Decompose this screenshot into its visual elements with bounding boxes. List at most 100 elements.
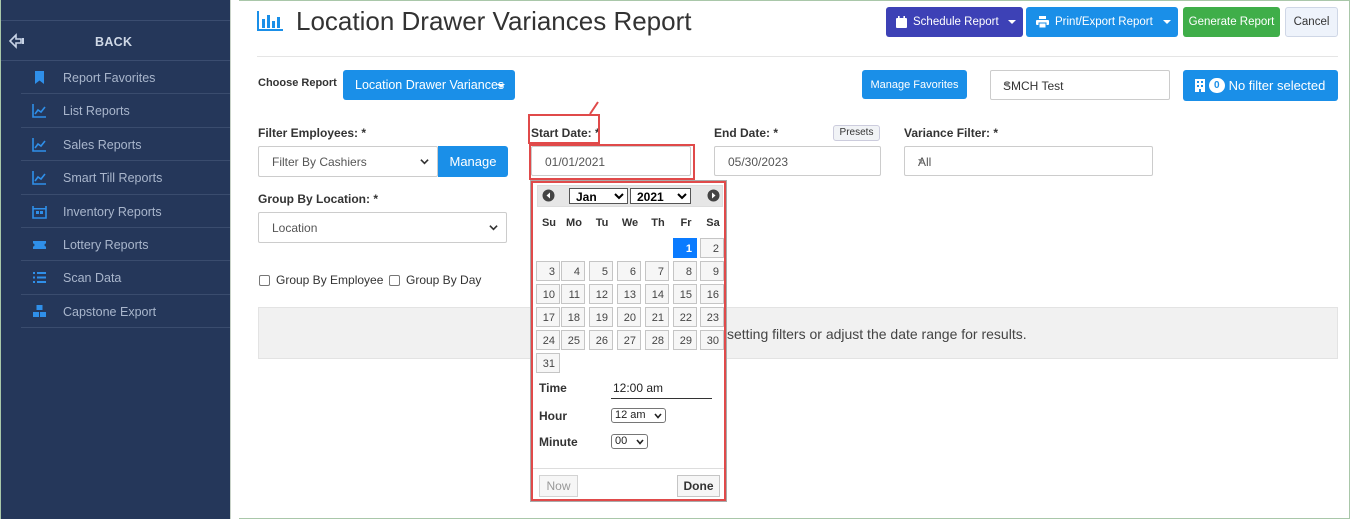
calendar-day[interactable]: 6 — [617, 261, 641, 281]
calendar-day[interactable]: 11 — [561, 284, 585, 304]
filter-selection-button[interactable]: 0 No filter selected — [1183, 70, 1338, 101]
group-day-checkbox[interactable] — [389, 275, 400, 286]
calendar-day[interactable]: 9 — [700, 261, 724, 281]
prev-month-icon[interactable] — [542, 189, 555, 202]
calendar-day[interactable]: 12 — [589, 284, 613, 304]
calendar-day[interactable]: 25 — [561, 330, 585, 350]
presets-button[interactable]: Presets — [833, 125, 880, 141]
hour-value: 12 am — [615, 409, 646, 421]
minute-select[interactable]: 00 — [611, 434, 648, 449]
report-select-value: Location Drawer Variances — [355, 78, 505, 92]
sidebar-item-scan-data[interactable]: Scan Data — [21, 261, 230, 295]
calendar-day[interactable]: 20 — [617, 307, 641, 327]
sidebar: BACK Report Favorites List Reports Sales… — [1, 0, 230, 519]
sidebar-item-label: Scan Data — [63, 271, 122, 286]
bar-chart-icon — [257, 11, 283, 31]
sidebar-item-smart-till-reports[interactable]: Smart Till Reports — [21, 161, 230, 195]
minute-label: Minute — [539, 435, 578, 449]
sidebar-divider — [230, 0, 239, 519]
end-date-input[interactable]: 05/30/2023 — [714, 146, 881, 176]
filter-count-badge: 0 — [1209, 78, 1225, 93]
calendar-day[interactable]: 28 — [645, 330, 669, 350]
manage-employees-button[interactable]: Manage — [438, 146, 508, 177]
sidebar-item-capstone-export[interactable]: Capstone Export — [21, 295, 230, 329]
minute-value: 00 — [615, 435, 628, 447]
chevron-down-icon — [1163, 20, 1171, 24]
variance-filter-label: Variance Filter: * — [904, 126, 999, 140]
end-date-label: End Date: * — [714, 126, 779, 140]
group-employee-checkbox[interactable] — [259, 275, 270, 286]
calendar-day[interactable]: 22 — [673, 307, 697, 327]
done-button[interactable]: Done — [677, 475, 720, 497]
generate-report-button[interactable]: Generate Report — [1183, 7, 1280, 37]
calendar-day[interactable]: 7 — [645, 261, 669, 281]
calendar-day[interactable]: 27 — [617, 330, 641, 350]
calendar-day[interactable]: 30 — [700, 330, 724, 350]
report-select-dropdown[interactable]: Location Drawer Variances — [343, 70, 515, 100]
calendar-day[interactable]: 15 — [673, 284, 697, 304]
group-location-label: Group By Location: * — [258, 192, 378, 206]
hour-select[interactable]: 12 am — [611, 408, 666, 423]
calendar-day[interactable]: 3 — [536, 261, 560, 281]
sidebar-top-strip — [1, 0, 230, 21]
schedule-report-button[interactable]: Schedule Report — [886, 7, 1023, 37]
sidebar-item-report-favorites[interactable]: Report Favorites — [21, 61, 230, 95]
sidebar-item-lottery-reports[interactable]: Lottery Reports — [21, 228, 230, 262]
printer-icon — [1036, 16, 1049, 28]
calendar-day[interactable]: 2 — [700, 238, 724, 258]
chevron-down-icon — [636, 439, 644, 445]
chevron-down-icon — [918, 159, 924, 163]
sidebar-item-label: Sales Reports — [63, 137, 142, 152]
calendar-day[interactable]: 13 — [617, 284, 641, 304]
sidebar-item-inventory-reports[interactable]: Inventory Reports — [21, 195, 230, 228]
weekday-label: Th — [651, 217, 665, 229]
calendar-day[interactable]: 16 — [700, 284, 724, 304]
calendar-day[interactable]: 31 — [536, 353, 560, 373]
weekday-label: Fr — [680, 217, 692, 229]
header-divider — [257, 56, 1338, 57]
sidebar-item-label: Lottery Reports — [63, 237, 149, 252]
print-export-label: Print/Export Report — [1055, 16, 1153, 28]
now-button[interactable]: Now — [539, 475, 578, 497]
page-title: Location Drawer Variances Report — [296, 6, 692, 36]
manage-favorites-button[interactable]: Manage Favorites — [862, 70, 967, 99]
calendar-day[interactable]: 29 — [673, 330, 697, 350]
group-location-select[interactable]: Location — [258, 212, 507, 243]
sidebar-item-label: Report Favorites — [63, 71, 156, 85]
calendar-day[interactable]: 23 — [700, 307, 724, 327]
variance-filter-select[interactable]: All — [904, 146, 1153, 176]
calendar-day[interactable]: 19 — [589, 307, 613, 327]
chevron-down-icon — [654, 413, 662, 419]
end-date-value: 05/30/2023 — [728, 155, 789, 169]
calendar-day[interactable]: 5 — [589, 261, 613, 281]
chevron-down-icon — [1004, 83, 1010, 87]
year-select[interactable]: 2021 — [630, 188, 691, 204]
calendar-day[interactable]: 14 — [645, 284, 669, 304]
cancel-button[interactable]: Cancel — [1285, 7, 1338, 37]
month-select[interactable]: Jan — [569, 188, 628, 204]
calendar-day[interactable]: 18 — [561, 307, 585, 327]
list-icon — [33, 272, 46, 284]
calendar-day[interactable]: 24 — [536, 330, 560, 350]
sidebar-item-label: Inventory Reports — [63, 204, 162, 219]
weekday-label: Mo — [566, 217, 582, 229]
sidebar-item-sales-reports[interactable]: Sales Reports — [21, 128, 230, 162]
calendar-day[interactable]: 10 — [536, 284, 560, 304]
back-button[interactable]: BACK — [1, 21, 230, 61]
calendar-day[interactable]: 1 — [673, 238, 697, 258]
building-icon — [1195, 79, 1205, 92]
calendar-day[interactable]: 26 — [589, 330, 613, 350]
start-date-input-highlight — [529, 144, 695, 180]
next-month-icon[interactable] — [707, 189, 720, 202]
store-select-dropdown[interactable]: SMCH Test — [990, 70, 1170, 100]
print-export-button[interactable]: Print/Export Report — [1026, 7, 1178, 37]
calendar-day[interactable]: 17 — [536, 307, 560, 327]
calendar-day[interactable]: 8 — [673, 261, 697, 281]
calendar-day[interactable]: 4 — [561, 261, 585, 281]
sidebar-item-list-reports[interactable]: List Reports — [21, 94, 230, 128]
group-day-label: Group By Day — [406, 273, 482, 287]
calendar-day[interactable]: 21 — [645, 307, 669, 327]
filter-selection-label: No filter selected — [1228, 78, 1326, 93]
chevron-down-icon — [420, 159, 429, 165]
filter-employees-select[interactable]: Filter By Cashiers — [258, 146, 438, 177]
